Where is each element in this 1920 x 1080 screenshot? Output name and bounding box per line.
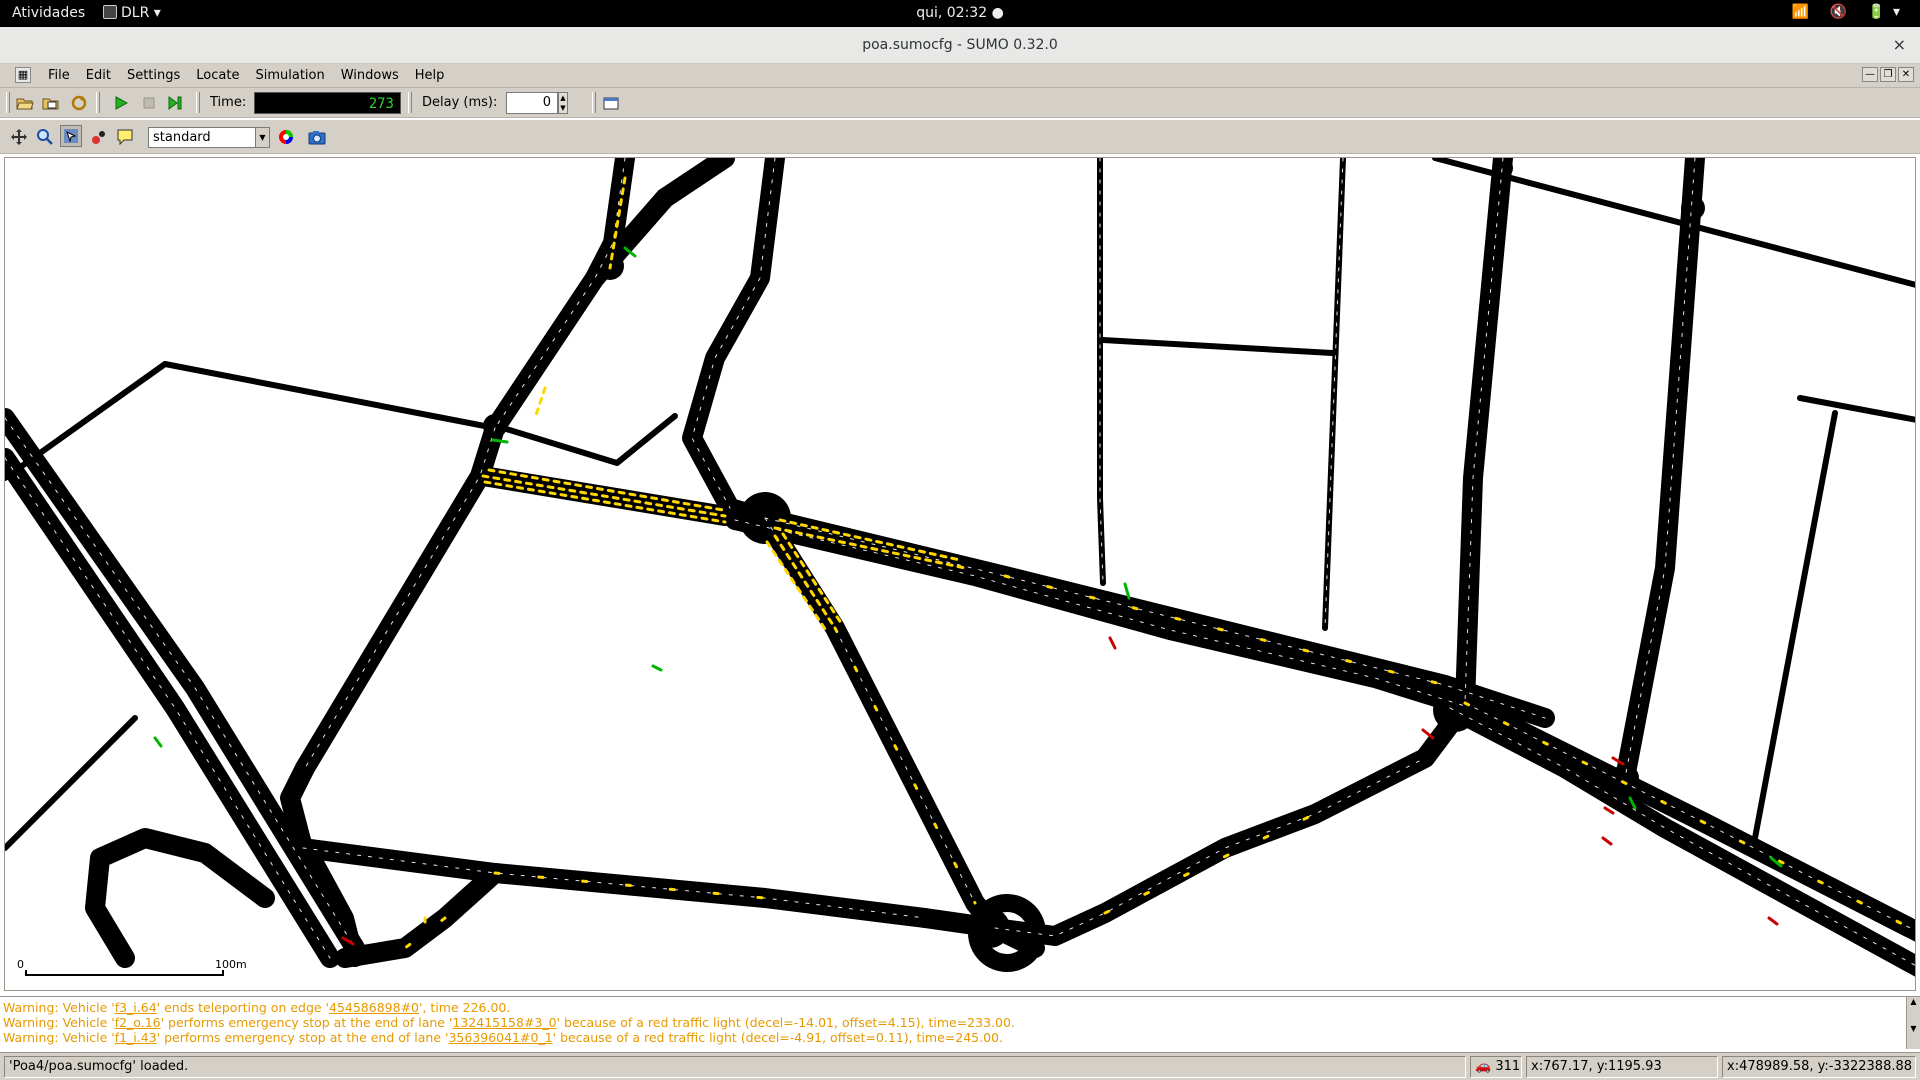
delay-spinner[interactable]: ▲ ▼ [558, 92, 568, 114]
screenshot-icon[interactable] [306, 126, 328, 148]
locate-vehicle-icon[interactable] [88, 126, 110, 148]
edit-coloring-icon[interactable] [275, 126, 297, 148]
scale-zero-label: 0 [17, 958, 24, 971]
run-icon[interactable] [110, 92, 132, 114]
recenter-view-icon[interactable] [8, 126, 30, 148]
geo-coordinates: x:478989.58, y:-3322388.88 [1722, 1056, 1916, 1078]
activities-button[interactable]: Atividades [12, 5, 85, 21]
car-icon: 🚗 [1475, 1059, 1492, 1074]
scale-length-label: 100m [215, 958, 247, 971]
warning-message: Warning: Vehicle 'f3_i.64' ends teleport… [3, 1000, 510, 1015]
lane-link[interactable]: 132415158#3_0 [452, 1015, 556, 1030]
mdi-close-button[interactable]: ✕ [1898, 67, 1914, 82]
zoom-icon[interactable] [34, 126, 56, 148]
show-tooltips-icon[interactable] [114, 126, 136, 148]
toolbar-grip[interactable] [196, 92, 200, 113]
window-title-bar: poa.sumocfg - SUMO 0.32.0 × [0, 27, 1920, 64]
warning-suffix: ', time 226.00. [419, 1000, 511, 1015]
vehicle-count: 🚗 311 [1470, 1056, 1522, 1078]
delay-label: Delay (ms): [422, 95, 498, 110]
stop-icon[interactable] [138, 92, 160, 114]
warning-prefix: Warning: Vehicle ' [3, 1030, 115, 1045]
locate-junction-icon[interactable] [60, 125, 82, 147]
menu-windows[interactable]: Windows [333, 68, 407, 83]
warning-message: Warning: Vehicle 'f1_i.43' performs emer… [3, 1030, 1003, 1045]
reload-icon[interactable] [68, 92, 90, 114]
menu-edit[interactable]: Edit [78, 68, 119, 83]
vehicle-link[interactable]: f3_i.64 [115, 1000, 157, 1015]
menu-file[interactable]: File [40, 68, 78, 83]
app-menu-label: DLR ▾ [121, 5, 161, 21]
lane-link[interactable]: 356396041#0_1 [448, 1030, 552, 1045]
menu-bar: ▦ File Edit Settings Locate Simulation W… [0, 64, 1920, 88]
mdi-minimize-button[interactable]: — [1862, 67, 1878, 82]
warning-middle: ' performs emergency stop at the end of … [156, 1030, 449, 1045]
edge-link[interactable]: 454586898#0 [329, 1000, 419, 1015]
scale-tick-right [222, 970, 224, 976]
system-tray[interactable]: 📶 🔇 🔋▾ [1792, 4, 1908, 20]
new-view-icon[interactable] [600, 92, 622, 114]
gnome-top-bar: Atividades DLR ▾ qui, 02:32 ● 📶 🔇 🔋▾ [0, 0, 1920, 27]
warning-prefix: Warning: Vehicle ' [3, 1000, 115, 1015]
window-title: poa.sumocfg - SUMO 0.32.0 [862, 37, 1058, 53]
warning-middle: ' performs emergency stop at the end of … [160, 1015, 453, 1030]
clock[interactable]: qui, 02:32 ● [900, 5, 1020, 21]
message-window[interactable]: Warning: Vehicle 'f3_i.64' ends teleport… [0, 996, 1920, 1049]
time-display: 273 [254, 92, 401, 114]
simulation-toolbar: Time: 273 Delay (ms): 0 ▲ ▼ [0, 88, 1920, 118]
menu-settings[interactable]: Settings [119, 68, 188, 83]
road-network-map[interactable] [5, 158, 1916, 991]
mdi-window-icon[interactable]: ▦ [15, 67, 31, 83]
scale-tick-left [25, 970, 27, 976]
status-message: 'Poa4/poa.sumocfg' loaded. [4, 1056, 1466, 1078]
vehicle-count-value: 311 [1495, 1059, 1521, 1074]
app-icon [103, 5, 117, 19]
scale-line [25, 974, 223, 976]
open-network-icon[interactable] [40, 92, 62, 114]
network-coordinates: x:767.17, y:1195.93 [1526, 1056, 1718, 1078]
warning-middle: ' ends teleporting on edge ' [156, 1000, 329, 1015]
warning-prefix: Warning: Vehicle ' [3, 1015, 115, 1030]
toolbar-grip[interactable] [6, 92, 10, 113]
toolbar-grip[interactable] [96, 92, 100, 113]
mdi-restore-button[interactable]: ❐ [1880, 67, 1896, 82]
warning-message: Warning: Vehicle 'f2_o.16' performs emer… [3, 1015, 1015, 1030]
delay-input[interactable]: 0 [506, 92, 558, 114]
menu-locate[interactable]: Locate [188, 68, 247, 83]
menu-help[interactable]: Help [407, 68, 453, 83]
status-bar: 'Poa4/poa.sumocfg' loaded. 🚗 311 x:767.1… [0, 1052, 1920, 1080]
view-toolbar: standard ▼ [0, 120, 1920, 154]
message-scrollbar[interactable]: ▲ ▼ [1906, 997, 1920, 1049]
warning-suffix: ' because of a red traffic light (decel=… [556, 1015, 1015, 1030]
vehicle-link[interactable]: f1_i.43 [115, 1030, 157, 1045]
time-label: Time: [210, 95, 247, 110]
toolbar-grip[interactable] [408, 92, 412, 113]
open-simulation-icon[interactable] [14, 92, 36, 114]
window-close-button[interactable]: × [1893, 35, 1906, 54]
warning-suffix: ' because of a red traffic light (decel=… [552, 1030, 1003, 1045]
chevron-down-icon[interactable]: ▼ [255, 128, 269, 147]
app-menu[interactable]: DLR ▾ [103, 5, 161, 21]
vehicle-link[interactable]: f2_o.16 [115, 1015, 161, 1030]
menu-simulation[interactable]: Simulation [247, 68, 332, 83]
step-icon[interactable] [165, 92, 187, 114]
scheme-select-value: standard [153, 130, 211, 145]
scale-bar: 0 100m [17, 958, 247, 980]
network-view-canvas[interactable]: 0 100m [4, 157, 1916, 991]
scheme-select[interactable]: standard ▼ [148, 127, 270, 148]
toolbar-grip[interactable] [592, 92, 596, 113]
